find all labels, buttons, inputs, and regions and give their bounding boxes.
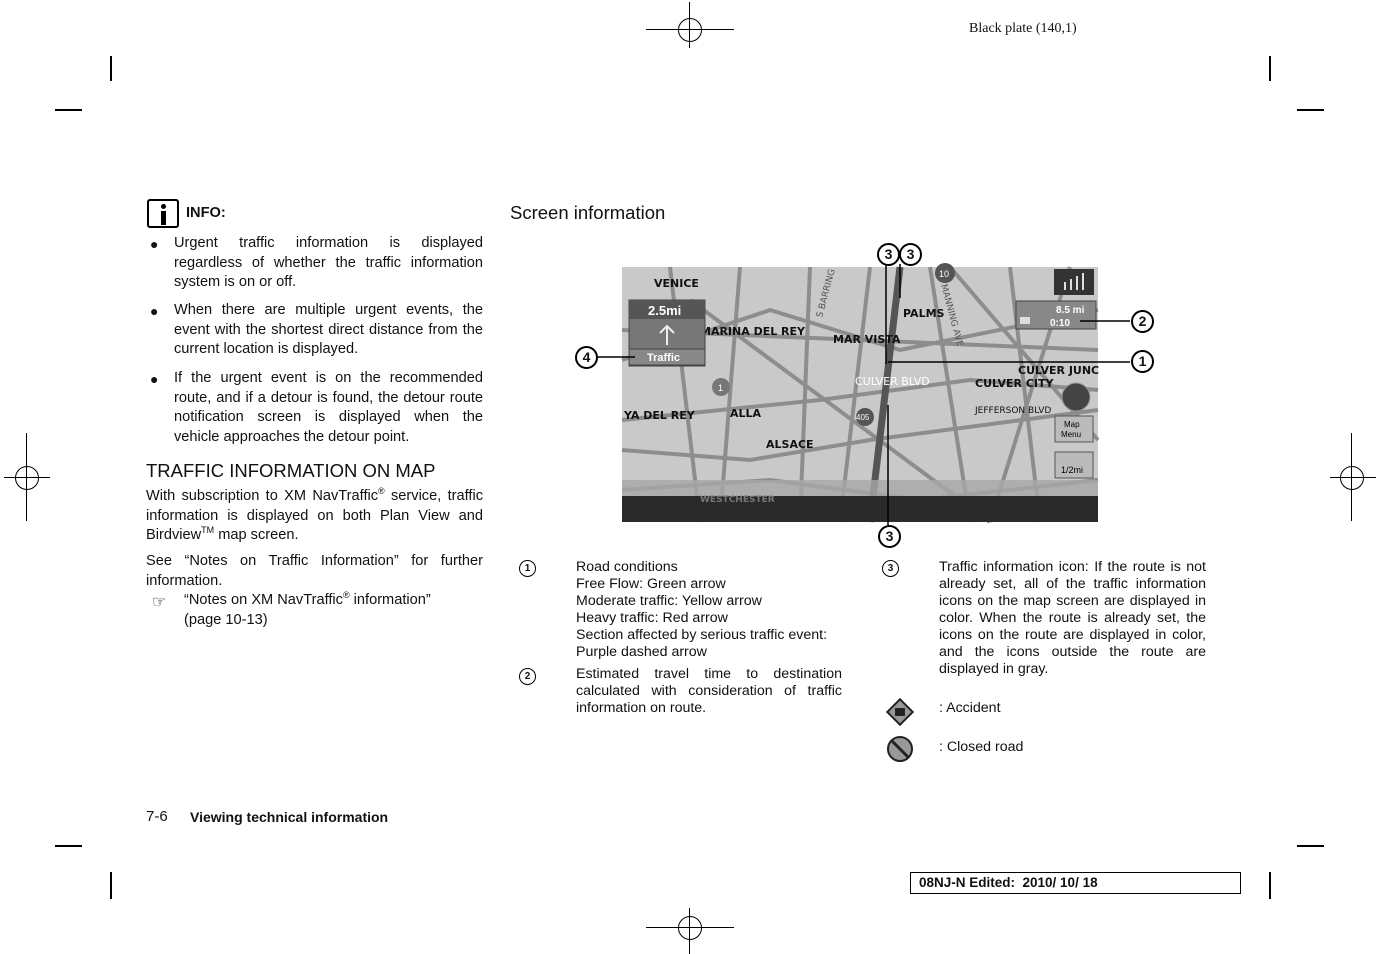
svg-text:Menu: Menu bbox=[1061, 430, 1081, 439]
edited-stamp: 08NJ-N Edited: 2010/ 10/ 18 bbox=[910, 872, 1241, 894]
map-label: WESTCHESTER bbox=[700, 495, 775, 505]
edited-text: 08NJ-N Edited: 2010/ 10/ 18 bbox=[919, 875, 1098, 890]
signal-strength-icon bbox=[1054, 269, 1094, 295]
map-label: MARINA DEL REY bbox=[700, 325, 806, 338]
map-label: CULVER JUNC bbox=[1018, 364, 1099, 377]
plate-label: Black plate (140,1) bbox=[969, 21, 1077, 36]
checkered-flag-icon bbox=[1020, 317, 1030, 324]
info-label: INFO: bbox=[186, 205, 226, 221]
legend-item-1: Road conditions Free Flow: Green arrow M… bbox=[576, 559, 842, 661]
text: map screen. bbox=[214, 527, 299, 544]
map-label: CULVER CITY bbox=[975, 377, 1054, 390]
callout-3: 3 bbox=[877, 243, 900, 266]
text: information” bbox=[349, 592, 431, 608]
info-bullet-1: Urgent traffic information is displayed … bbox=[174, 235, 483, 291]
map-label: MAR VISTA bbox=[833, 333, 901, 346]
legend-number-2: 2 bbox=[519, 668, 536, 685]
callout-4: 4 bbox=[575, 346, 598, 369]
callout-3: 3 bbox=[878, 525, 901, 548]
text: “Notes on XM NavTraffic bbox=[184, 592, 343, 608]
info-bullet-3: If the urgent event is on the recommende… bbox=[174, 370, 483, 445]
highway-shield: 405 bbox=[856, 413, 870, 422]
legend-item-2: Estimated travel time to destination cal… bbox=[576, 666, 842, 716]
registered-mark: ® bbox=[342, 590, 350, 601]
legend-number-3: 3 bbox=[882, 560, 899, 577]
legend-line: Section affected by serious traffic even… bbox=[576, 627, 828, 643]
traffic-paragraph: With subscription to XM NavTraffic® serv… bbox=[146, 487, 483, 546]
reference-link[interactable]: “Notes on XM NavTraffic® information” (p… bbox=[184, 591, 484, 630]
page-reference: (page 10-13) bbox=[184, 611, 268, 628]
map-label: YA DEL REY bbox=[623, 409, 696, 422]
text: With subscription to XM NavTraffic bbox=[146, 488, 379, 504]
pointing-hand-icon: ☞ bbox=[152, 594, 167, 611]
svg-text:1/2mi: 1/2mi bbox=[1061, 465, 1083, 475]
screen-info-heading: Screen information bbox=[510, 202, 666, 223]
map-label: ALSACE bbox=[766, 438, 814, 451]
legend-item-3: Traffic information icon: If the route i… bbox=[939, 559, 1206, 677]
trademark: TM bbox=[201, 525, 215, 536]
highway-shield: 10 bbox=[939, 269, 949, 279]
map-screen-figure: VENICE MARINA DEL REY MAR VISTA PALMS CU… bbox=[595, 263, 1130, 525]
page-number: 7-6 bbox=[146, 808, 168, 825]
map-label: JEFFERSON BLVD bbox=[974, 406, 1051, 416]
svg-text:Traffic: Traffic bbox=[647, 352, 680, 364]
svg-text:0:10: 0:10 bbox=[1050, 318, 1070, 329]
map-label: PALMS bbox=[903, 307, 945, 320]
legend-line: Purple dashed arrow bbox=[576, 644, 707, 660]
distance-value: 2.5mi bbox=[648, 303, 681, 318]
info-icon bbox=[147, 199, 179, 228]
see-notes-paragraph: See “Notes on Traffic Information” for f… bbox=[146, 553, 483, 589]
legend-line: Free Flow: Green arrow bbox=[576, 576, 726, 592]
map-label: ALLA bbox=[730, 407, 762, 420]
callout-2: 2 bbox=[1131, 310, 1154, 333]
bullet-icon: ● bbox=[150, 236, 159, 252]
map-label: VENICE bbox=[654, 277, 699, 290]
highway-shield: 1 bbox=[718, 383, 723, 393]
map-label: CULVER BLVD bbox=[855, 375, 930, 388]
map-menu-button: Map Menu bbox=[1054, 415, 1094, 443]
closed-road-label: : Closed road bbox=[939, 739, 1024, 755]
accident-label: : Accident bbox=[939, 700, 1001, 716]
scale-button: 1/2mi bbox=[1054, 451, 1094, 479]
svg-text:8.5 mi: 8.5 mi bbox=[1056, 305, 1085, 316]
legend-line: Moderate traffic: Yellow arrow bbox=[576, 593, 762, 609]
bullet-icon: ● bbox=[150, 371, 159, 387]
registered-mark: ® bbox=[378, 486, 385, 497]
map-bottom-bar bbox=[622, 496, 1098, 522]
callout-1: 1 bbox=[1131, 350, 1154, 373]
svg-text:Map: Map bbox=[1064, 420, 1080, 429]
traffic-heading: TRAFFIC INFORMATION ON MAP bbox=[146, 460, 436, 481]
traffic-button: Traffic bbox=[628, 348, 706, 366]
section-title: Viewing technical information bbox=[190, 809, 389, 825]
accident-icon bbox=[886, 698, 914, 726]
closed-road-icon bbox=[887, 736, 913, 762]
legend-number-1: 1 bbox=[519, 560, 536, 577]
destination-info-box: 8.5 mi 0:10 bbox=[1015, 300, 1097, 330]
legend-line: Heavy traffic: Red arrow bbox=[576, 610, 728, 626]
legend-line: Road conditions bbox=[576, 559, 678, 575]
bullet-icon: ● bbox=[150, 303, 159, 319]
compass-icon bbox=[1061, 382, 1091, 412]
info-bullet-2: When there are multiple urgent events, t… bbox=[174, 302, 483, 358]
callout-3: 3 bbox=[899, 243, 922, 266]
